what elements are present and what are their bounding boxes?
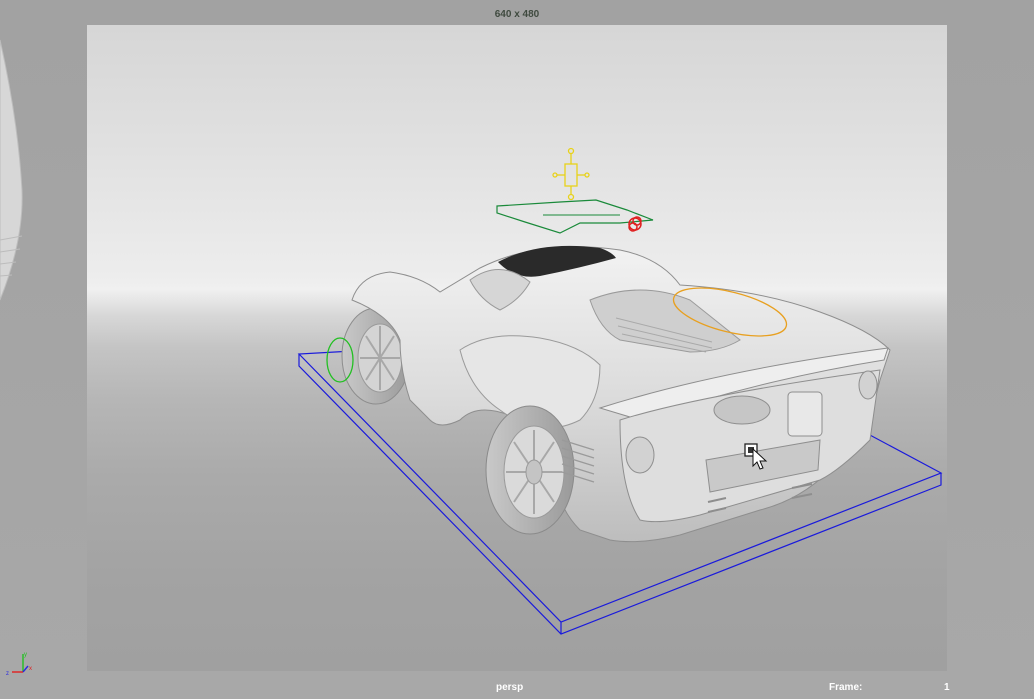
svg-text:y: y [24, 652, 27, 658]
background-mesh [0, 39, 23, 301]
frame-label: Frame: [829, 682, 863, 693]
svg-text:z: z [6, 671, 9, 677]
frame-value: 1 [944, 682, 950, 693]
xyz-axis-icon: y z x [6, 652, 32, 677]
camera-name-label: persp [496, 682, 524, 693]
car-model[interactable] [341, 245, 891, 543]
svg-text:x: x [29, 666, 32, 672]
maya-viewport[interactable]: y z x 640 x 480 persp Frame: 1 [0, 0, 1034, 699]
resolution-gate-label: 640 x 480 [494, 9, 540, 20]
scene-canvas[interactable] [0, 0, 1034, 699]
red-rotate-manipulator[interactable] [628, 216, 642, 232]
light-icon[interactable] [552, 147, 590, 201]
